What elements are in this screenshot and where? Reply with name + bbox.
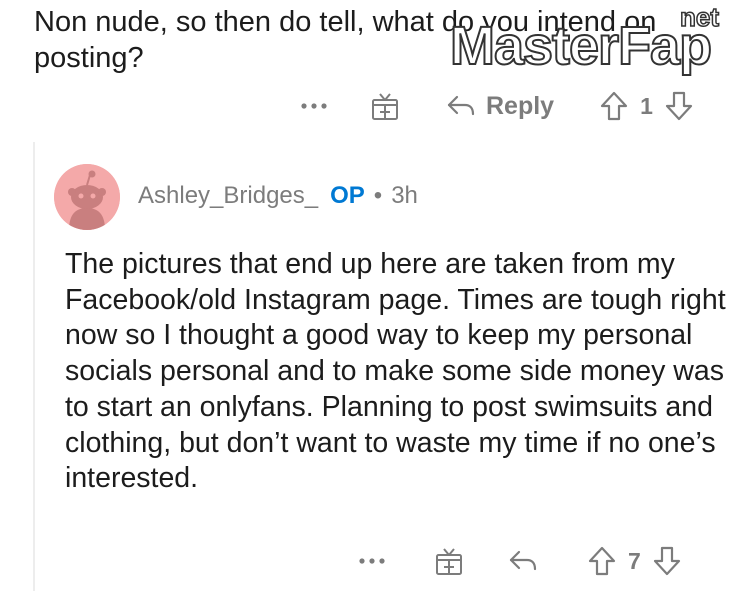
award-icon xyxy=(436,548,462,575)
award-button[interactable] xyxy=(434,546,464,576)
upvote-button[interactable] xyxy=(588,546,616,576)
avatar[interactable] xyxy=(54,164,120,230)
downvote-icon xyxy=(653,546,680,576)
reply-arrow-icon xyxy=(447,95,475,116)
more-icon xyxy=(359,558,385,564)
reply-action-bar: 7 xyxy=(352,543,681,579)
more-icon xyxy=(301,103,327,109)
downvote-button[interactable] xyxy=(653,546,681,576)
vote-count: 1 xyxy=(640,92,653,119)
meta-separator: • xyxy=(373,182,383,209)
vote-count: 7 xyxy=(628,547,641,574)
award-icon xyxy=(372,93,398,120)
comment-timestamp: 3h xyxy=(391,182,418,209)
comment-meta: Ashley_Bridges_ OP • 3h xyxy=(138,182,418,210)
reply-label: Reply xyxy=(486,91,555,120)
upvote-icon xyxy=(600,91,628,121)
op-badge: OP xyxy=(330,182,365,209)
downvote-button[interactable] xyxy=(665,91,693,121)
award-button[interactable] xyxy=(370,91,400,121)
more-options-button[interactable] xyxy=(294,102,334,110)
more-options-button[interactable] xyxy=(352,557,392,565)
watermark-suffix: net xyxy=(680,2,719,32)
username-link[interactable]: Ashley_Bridges_ xyxy=(138,182,318,210)
comment-body: The pictures that end up here are taken … xyxy=(65,248,726,495)
upvote-icon xyxy=(588,546,616,576)
upvote-button[interactable] xyxy=(600,91,628,121)
thread-line[interactable] xyxy=(33,142,35,591)
watermark-text: MasterFap xyxy=(450,16,711,76)
parent-action-bar: Reply 1 xyxy=(294,88,693,124)
reply-button[interactable] xyxy=(508,548,538,574)
watermark-logo: MasterFap net xyxy=(449,1,720,76)
snoo-avatar-icon xyxy=(54,164,120,230)
reply-button[interactable]: Reply xyxy=(446,92,554,121)
downvote-icon xyxy=(665,91,692,121)
reply-arrow-icon xyxy=(509,550,537,571)
